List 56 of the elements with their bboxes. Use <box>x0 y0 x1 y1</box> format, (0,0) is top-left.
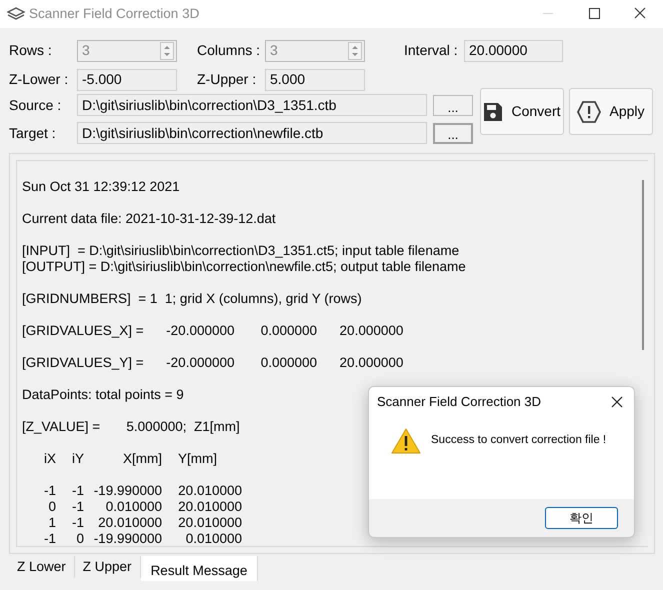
table-cell-text: 20.010000 <box>177 499 242 515</box>
field-label: Rows : <box>9 41 53 60</box>
log-line: [Z_VALUE] = 5.000000; Z1[mm] <box>22 419 240 435</box>
dialog-message: Success to convert correction file ! <box>431 433 606 448</box>
field-label: Interval : <box>404 41 459 60</box>
log-line: DataPoints: total points = 9 <box>22 387 184 403</box>
table-cell-text: 0 <box>47 499 56 515</box>
field-label: Columns : <box>197 41 262 60</box>
convert-button[interactable]: Convert <box>480 88 564 135</box>
exclamation-hexagon-icon <box>577 100 602 122</box>
log-line: [OUTPUT] = D:\git\siriuslib\bin\correction\newfile.ct5; output table filename <box>22 259 466 275</box>
log-line: [GRIDNUMBERS] = 1 1; grid X (columns), grid Y (rows) <box>22 291 362 307</box>
column-header: iX <box>42 451 56 467</box>
apply-button[interactable]: Apply <box>569 88 653 135</box>
ok-button[interactable]: 확인 <box>545 507 618 529</box>
window-title: Scanner Field Correction 3D <box>29 4 200 23</box>
column-header: Y[mm] <box>177 451 218 467</box>
save-icon <box>483 102 504 122</box>
table-cell-text: -1 <box>42 483 56 499</box>
table-cell-text: 0 <box>75 531 84 546</box>
field-label: Z-Upper : <box>197 70 258 89</box>
table-cell-text: 20.010000 <box>177 515 242 531</box>
table-cell-text: -1 <box>70 499 84 515</box>
table-cell-text: -19.990000 <box>92 531 162 546</box>
layers-icon <box>7 7 25 21</box>
warning-icon <box>391 427 421 455</box>
browse-button[interactable]: ... <box>433 94 473 116</box>
field-label: Z-Lower : <box>9 70 70 89</box>
log-line: [INPUT] = D:\git\siriuslib\bin\correction\D3_1351.ct5; input table filename <box>22 243 460 259</box>
text-field[interactable]: 20.00000 <box>464 40 563 62</box>
table-cell-text: -1 <box>70 515 84 531</box>
table-cell-text: 0.010000 <box>104 499 162 515</box>
table-cell-text: -19.990000 <box>92 483 162 499</box>
tab[interactable]: Result Message <box>140 556 258 581</box>
table-cell-text: -1 <box>70 483 84 499</box>
log-line: [GRIDVALUES_X] = -20.000000 0.000000 20.000000 <box>22 323 404 339</box>
log-line: Current data file: 2021-10-31-12-39-12.dat <box>22 211 276 227</box>
field-label: Target : <box>9 124 57 143</box>
browse-button[interactable]: ... <box>433 122 473 144</box>
table-cell-text: 20.010000 <box>177 483 242 499</box>
text-field[interactable]: D:\git\siriuslib\bin\correction\D3_1351.ctb <box>77 94 427 116</box>
text-field[interactable]: 5.000 <box>265 68 365 90</box>
dialog-title: Scanner Field Correction 3D <box>377 393 542 412</box>
table-cell-text: 0.010000 <box>184 531 242 546</box>
text-field[interactable]: D:\git\siriuslib\bin\correction\newfile.ctb <box>77 122 427 144</box>
scrollbar-thumb[interactable] <box>642 180 644 350</box>
table-cell-text: -1 <box>42 531 56 546</box>
field-label: Source : <box>9 96 62 114</box>
log-line: [GRIDVALUES_Y] = -20.000000 0.000000 20.000000 <box>22 355 404 371</box>
column-header: X[mm] <box>122 451 162 467</box>
text-field[interactable]: -5.000 <box>77 68 177 90</box>
close-icon[interactable] <box>611 396 623 408</box>
column-header: iY <box>70 451 84 467</box>
log-line: Sun Oct 31 12:39:12 2021 <box>22 179 180 195</box>
table-cell-text: 1 <box>47 515 56 531</box>
table-cell-text: 20.010000 <box>97 515 162 531</box>
